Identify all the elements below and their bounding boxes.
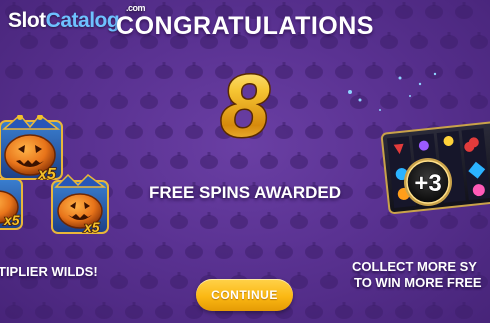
background-pumpkin-icon — [395, 242, 413, 259]
continue-button[interactable]: CONTINUE — [196, 279, 293, 311]
background-pumpkin-icon — [170, 272, 188, 289]
background-pumpkin-icon — [140, 92, 158, 109]
background-pumpkin-icon — [5, 62, 23, 79]
background-pumpkin-icon — [290, 212, 308, 229]
background-pumpkin-icon — [125, 302, 143, 319]
pumpkin-wild-icon-bottom-right: x5 — [51, 173, 109, 235]
background-pumpkin-icon — [320, 92, 338, 109]
background-pumpkin-icon — [305, 242, 323, 259]
congratulations-title: CONGRATULATIONS — [116, 12, 374, 40]
background-pumpkin-icon — [140, 152, 158, 169]
multiplier-label-top: x5 — [37, 166, 57, 183]
background-pumpkin-icon — [140, 272, 158, 289]
background-pumpkin-icon — [95, 242, 113, 259]
background-pumpkin-icon — [155, 62, 173, 79]
background-pumpkin-icon — [455, 302, 473, 319]
collect-symbols-art: +3 — [348, 72, 490, 215]
bonus-award-screen: SlotCatalog .com CONGRATULATIONS 8 FREE … — [0, 0, 490, 323]
background-pumpkin-icon — [155, 122, 173, 139]
background-pumpkin-icon — [155, 302, 173, 319]
background-pumpkin-icon — [245, 242, 263, 259]
background-pumpkin-icon — [50, 92, 68, 109]
background-pumpkin-icon — [170, 92, 188, 109]
background-pumpkin-icon — [155, 242, 173, 259]
collect-symbols-caption: COLLECT MORE SY TO WIN MORE FREE — [352, 259, 490, 291]
background-pumpkin-icon — [65, 302, 83, 319]
background-pumpkin-icon — [320, 212, 338, 229]
background-pumpkin-icon — [215, 242, 233, 259]
background-pumpkin-icon — [305, 302, 323, 319]
background-pumpkin-icon — [95, 62, 113, 79]
background-pumpkin-icon — [305, 62, 323, 79]
background-pumpkin-icon — [455, 242, 473, 259]
background-pumpkin-icon — [320, 152, 338, 169]
background-pumpkin-icon — [125, 242, 143, 259]
background-pumpkin-icon — [35, 62, 53, 79]
background-pumpkin-icon — [425, 302, 443, 319]
background-pumpkin-icon — [35, 302, 53, 319]
badge-label: +3 — [414, 170, 441, 197]
background-pumpkin-icon — [140, 212, 158, 229]
background-pumpkin-icon — [110, 92, 128, 109]
background-pumpkin-icon — [170, 152, 188, 169]
background-pumpkin-icon — [290, 272, 308, 289]
background-pumpkin-icon — [425, 242, 443, 259]
background-pumpkin-icon — [5, 302, 23, 319]
collect-symbols-caption-line1: COLLECT MORE SY — [352, 259, 477, 274]
background-pumpkin-icon — [95, 302, 113, 319]
background-pumpkin-icon — [275, 242, 293, 259]
background-pumpkin-icon — [185, 242, 203, 259]
free-spins-count: 8 — [219, 58, 271, 157]
background-pumpkin-icon — [5, 242, 23, 259]
background-pumpkin-icon — [125, 122, 143, 139]
background-pumpkin-icon — [200, 212, 218, 229]
background-pumpkin-icon — [335, 242, 353, 259]
background-pumpkin-icon — [20, 92, 38, 109]
multiplier-label-bottom-right: x5 — [83, 219, 100, 235]
background-pumpkin-icon — [125, 62, 143, 79]
background-pumpkin-icon — [365, 242, 383, 259]
background-pumpkin-icon — [80, 92, 98, 109]
background-pumpkin-icon — [110, 152, 128, 169]
plus-three-badge: +3 — [404, 158, 452, 206]
background-pumpkin-icon — [35, 242, 53, 259]
collect-symbols-caption-line2: TO WIN MORE FREE — [354, 275, 482, 290]
background-pumpkin-icon — [335, 302, 353, 319]
background-pumpkin-icon — [365, 302, 383, 319]
background-pumpkin-icon — [110, 212, 128, 229]
background-pumpkin-icon — [110, 272, 128, 289]
pumpkin-wild-icon-bottom-left: x5 — [0, 178, 23, 230]
sparkle-effects — [348, 72, 437, 111]
background-pumpkin-icon — [170, 212, 188, 229]
background-pumpkin-icon — [395, 302, 413, 319]
multiplier-label-bottom-left: x5 — [3, 212, 20, 228]
background-pumpkin-icon — [260, 212, 278, 229]
multiplier-wilds-art: x5 x5 x5 — [0, 115, 109, 235]
background-pumpkin-icon — [65, 62, 83, 79]
pumpkin-wild-icon-top: x5 — [0, 115, 63, 184]
background-pumpkin-icon — [305, 122, 323, 139]
background-pumpkin-icon — [65, 242, 83, 259]
background-pumpkin-icon — [320, 272, 338, 289]
multiplier-wilds-caption: TIPLIER WILDS! — [0, 264, 98, 279]
free-spins-count-text: 8 — [221, 58, 270, 155]
background-pumpkin-icon — [230, 212, 248, 229]
